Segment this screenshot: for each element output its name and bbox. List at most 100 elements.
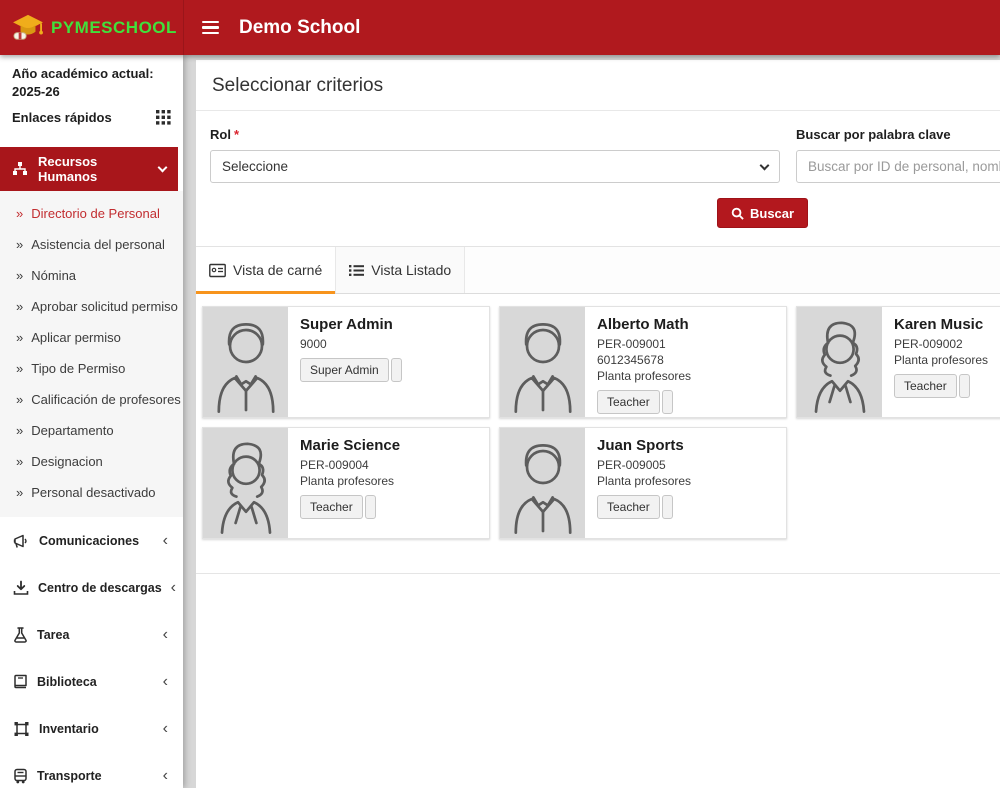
tab-vista-listado[interactable]: Vista Listado: [336, 247, 465, 293]
section-title: Recursos Humanos: [38, 154, 149, 184]
sidebar-item-recursos-humanos[interactable]: Recursos Humanos: [0, 147, 178, 191]
brand-logo[interactable]: PYMESCHOOL: [0, 0, 183, 55]
rol-select[interactable]: Seleccione: [210, 150, 780, 183]
module-label: Transporte: [37, 769, 102, 783]
id-card-icon: [209, 263, 226, 278]
sidebar-subitem-aplicar-permiso[interactable]: »Aplicar permiso: [0, 322, 183, 353]
staff-name: Karen Music: [894, 316, 1000, 333]
role-badge: Teacher: [597, 495, 660, 519]
double-arrow-icon: »: [16, 485, 23, 500]
required-asterisk: *: [234, 127, 239, 142]
staff-card-alberto-math[interactable]: Alberto MathPER-0090016012345678Planta p…: [499, 306, 787, 418]
select-chevron-down-icon: [760, 160, 770, 170]
double-arrow-icon: »: [16, 454, 23, 469]
badge-stub: [959, 374, 970, 398]
flask-icon: [13, 627, 28, 643]
staff-detail-line: Planta profesores: [894, 352, 1000, 368]
rol-selected-value: Seleccione: [222, 159, 288, 174]
academic-year-label: Año académico actual:: [12, 65, 171, 83]
hr-submenu: » Directorio de Personal » Asistencia del p…: [0, 191, 183, 517]
sidebar-item-comunicaciones[interactable]: Comunicaciones‹: [0, 517, 183, 564]
double-arrow-icon: »: [16, 206, 23, 221]
academic-year-value: 2025-26: [12, 83, 171, 101]
buscar-button[interactable]: Buscar: [717, 198, 808, 228]
chevron-left-icon: ‹: [163, 674, 170, 690]
sidebar-subitem-calificacion-de-profesores[interactable]: »Calificación de profesores: [0, 384, 183, 415]
subitem-label: Departamento: [31, 423, 113, 438]
chevron-left-icon: ‹: [163, 627, 170, 643]
keyword-label: Buscar por palabra clave: [796, 127, 1000, 142]
keyword-input[interactable]: [796, 150, 1000, 183]
staff-card-juan-sports[interactable]: Juan Sports PER-009005Planta profesores Te…: [499, 427, 787, 539]
sitemap-icon: [12, 161, 28, 177]
staff-card-marie-science[interactable]: Marie SciencePER-009004Planta profesores…: [202, 427, 490, 539]
megaphone-icon: [13, 533, 30, 549]
hamburger-menu-icon[interactable]: [198, 17, 223, 39]
sidebar-item-inventario[interactable]: Inventario‹: [0, 705, 183, 752]
download-icon: [13, 580, 29, 596]
double-arrow-icon: »: [16, 268, 23, 283]
sidebar-subitem-departamento[interactable]: » Departamento: [0, 415, 183, 446]
double-arrow-icon: »: [16, 392, 23, 407]
search-icon: [731, 207, 744, 220]
subitem-label: Directorio de Personal: [31, 206, 160, 221]
module-label: Tarea: [37, 628, 69, 642]
inventory-icon: [13, 721, 30, 737]
double-arrow-icon: »: [16, 299, 23, 314]
bus-icon: [13, 768, 28, 784]
school-title: Demo School: [239, 17, 360, 39]
double-arrow-icon: »: [16, 237, 23, 252]
avatar-male-icon: [500, 428, 585, 538]
avatar-male-icon: [500, 307, 585, 417]
quick-links[interactable]: Enlaces rápidos: [12, 110, 171, 125]
sidebar-item-transporte[interactable]: Transporte ‹: [0, 752, 183, 788]
subitem-label: Nómina: [31, 268, 76, 283]
staff-name: Marie Science: [300, 437, 477, 454]
staff-name: Super Admin: [300, 316, 477, 333]
grid-icon: [156, 110, 171, 125]
badge-stub: [391, 358, 402, 382]
chevron-left-icon: ‹: [171, 580, 178, 596]
criteria-panel: Seleccionar criterios Rol* Seleccione Bu…: [196, 60, 1000, 247]
module-label: Inventario: [39, 722, 99, 736]
sidebar-item-centro-de-descargas[interactable]: Centro de descargas ‹: [0, 564, 183, 611]
top-bar: Demo School: [183, 0, 1000, 55]
graduation-cap-icon: [12, 14, 44, 42]
subitem-label: Designacion: [31, 454, 103, 469]
subitem-label: Asistencia del personal: [31, 237, 165, 252]
staff-card-super-admin[interactable]: Super Admin 9000 Super Admin: [202, 306, 490, 418]
badge-stub: [365, 495, 376, 519]
staff-detail-line: 9000: [300, 336, 477, 352]
staff-name: Juan Sports: [597, 437, 774, 454]
sidebar: Año académico actual: 2025-26 Enlaces rá…: [0, 55, 183, 788]
sidebar-subitem-directorio-de-personal[interactable]: » Directorio de Personal: [0, 198, 183, 229]
brand-name: PYMESCHOOL: [51, 18, 177, 38]
sidebar-subitem-tipo-de-permiso[interactable]: »Tipo de Permiso: [0, 353, 183, 384]
staff-detail-line: Planta profesores: [597, 473, 774, 489]
double-arrow-icon: »: [16, 361, 23, 376]
role-badge: Super Admin: [300, 358, 389, 382]
role-badge: Teacher: [300, 495, 363, 519]
avatar-female-icon: [797, 307, 882, 417]
staff-card-karen-music[interactable]: Karen MusicPER-009002Planta profesoresTe…: [796, 306, 1000, 418]
tab-vista-de-carne[interactable]: Vista de carné: [196, 247, 336, 293]
sidebar-subitem-personal-desactivado[interactable]: »Personal desactivado: [0, 477, 183, 508]
sidebar-subitem-aprobar-solicitud-permiso[interactable]: »Aprobar solicitud permiso: [0, 291, 183, 322]
chevron-left-icon: ‹: [163, 768, 170, 784]
module-label: Centro de descargas: [38, 581, 162, 595]
badge-stub: [662, 390, 673, 414]
chevron-down-icon: [158, 163, 168, 173]
main-content: Seleccionar criterios Rol* Seleccione Bu…: [196, 60, 1000, 788]
double-arrow-icon: »: [16, 423, 23, 438]
staff-detail-line: PER-009001: [597, 336, 774, 352]
book-icon: [13, 674, 28, 690]
sidebar-subitem-designacion[interactable]: » Designacion: [0, 446, 183, 477]
sidebar-item-tarea[interactable]: Tarea ‹: [0, 611, 183, 658]
rol-label: Rol*: [210, 127, 780, 142]
sidebar-item-biblioteca[interactable]: Biblioteca‹: [0, 658, 183, 705]
sidebar-subitem-asistencia-del-personal[interactable]: » Asistencia del personal: [0, 229, 183, 260]
double-arrow-icon: »: [16, 330, 23, 345]
staff-detail-line: PER-009005: [597, 457, 774, 473]
quick-links-label: Enlaces rápidos: [12, 110, 112, 125]
sidebar-subitem-nomina[interactable]: » Nómina: [0, 260, 183, 291]
